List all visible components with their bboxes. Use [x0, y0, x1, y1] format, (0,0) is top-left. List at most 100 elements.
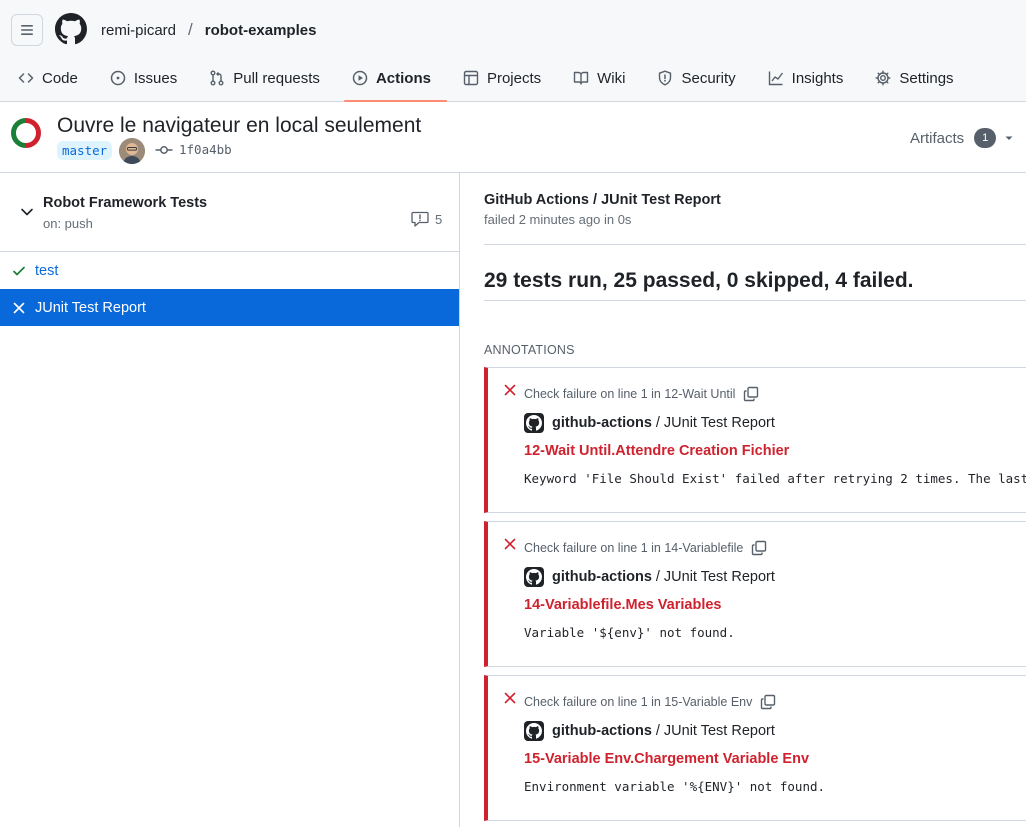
- annotation-message: Keyword 'File Should Exist' failed after…: [524, 471, 1026, 486]
- annotation-author[interactable]: github-actions: [552, 723, 652, 739]
- artifacts-count: 1: [974, 128, 997, 148]
- tab-label: Insights: [791, 69, 844, 87]
- annotation-location: Check failure on line 1 in 14-Variablefi…: [524, 540, 767, 556]
- run-status-icon: [11, 118, 41, 148]
- annotation-title[interactable]: 15-Variable Env.Chargement Variable Env: [524, 751, 809, 767]
- annotation-location-text: Check failure on line 1 in 15-Variable E…: [524, 695, 753, 709]
- run-header: Ouvre le navigateur en local seulement m…: [0, 102, 1026, 173]
- annotation-author[interactable]: github-actions: [552, 569, 652, 585]
- repo-header: remi-picard / robot-examples Code Issues…: [0, 0, 1026, 102]
- breadcrumb-separator: /: [188, 20, 193, 39]
- job-label: JUnit Test Report: [35, 299, 146, 316]
- x-icon: [504, 384, 516, 396]
- check-icon: [12, 266, 25, 275]
- copy-icon[interactable]: [743, 386, 759, 402]
- artifacts-button[interactable]: Artifacts 1: [910, 128, 1014, 148]
- workflow-header: Robot Framework Tests on: push 5: [0, 173, 459, 252]
- breadcrumb-owner[interactable]: remi-picard: [101, 22, 176, 39]
- tab-settings[interactable]: Settings: [875, 60, 961, 96]
- commit-sha[interactable]: 1f0a4bb: [179, 142, 232, 157]
- check-run-panel: GitHub Actions / JUnit Test Report faile…: [460, 173, 1026, 827]
- avatar-image: [119, 138, 145, 164]
- tab-actions[interactable]: Actions: [343, 60, 447, 102]
- shield-icon: [659, 70, 672, 86]
- jobs-sidebar: Robot Framework Tests on: push 5 test JU…: [0, 173, 460, 827]
- pull-request-icon: [210, 70, 224, 86]
- chevron-down-icon[interactable]: [20, 205, 34, 219]
- copy-icon[interactable]: [751, 540, 767, 556]
- issue-icon: [110, 70, 126, 86]
- branch-badge[interactable]: master: [57, 141, 113, 160]
- check-subtitle: failed 2 minutes ago in 0s: [484, 212, 632, 227]
- job-junit-test-report[interactable]: JUnit Test Report: [0, 289, 459, 326]
- tab-pull-requests[interactable]: Pull requests: [209, 60, 328, 96]
- graph-icon: [768, 71, 783, 86]
- comment-icon: [411, 211, 429, 227]
- annotation-source: github-actions / JUnit Test Report: [524, 721, 775, 741]
- github-logo-icon[interactable]: [55, 13, 87, 45]
- annotation-message: Variable '${env}' not found.: [524, 625, 735, 640]
- comments-count[interactable]: 5: [411, 211, 442, 227]
- workflow-trigger: on: push: [43, 216, 93, 231]
- annotation-author[interactable]: github-actions: [552, 415, 652, 431]
- menu-button[interactable]: [11, 14, 43, 46]
- code-icon: [18, 73, 34, 83]
- x-icon: [504, 538, 516, 550]
- tab-insights[interactable]: Insights: [768, 60, 852, 96]
- divider: [484, 244, 1026, 245]
- annotation-location: Check failure on line 1 in 12-Wait Until: [524, 386, 759, 402]
- artifacts-label: Artifacts: [910, 129, 965, 147]
- annotation-location-text: Check failure on line 1 in 14-Variablefi…: [524, 541, 744, 555]
- run-title: Ouvre le navigateur en local seulement: [57, 114, 422, 137]
- avatar[interactable]: [119, 138, 145, 164]
- caret-down-icon: [1005, 136, 1013, 140]
- annotation-card: Check failure on line 1 in 14-Variablefi…: [484, 521, 1026, 667]
- comments-count-value: 5: [435, 211, 443, 227]
- job-test[interactable]: test: [0, 252, 459, 289]
- commit-icon: [155, 146, 173, 154]
- tab-label: Issues: [133, 69, 178, 87]
- table-icon: [463, 70, 479, 86]
- tab-security[interactable]: Security: [657, 60, 743, 96]
- annotation-source-name: JUnit Test Report: [663, 415, 775, 431]
- annotation-title[interactable]: 14-Variablefile.Mes Variables: [524, 597, 721, 613]
- annotation-source: github-actions / JUnit Test Report: [524, 413, 775, 433]
- tab-label: Actions: [375, 69, 431, 87]
- github-actions-avatar-icon: [524, 413, 544, 433]
- annotation-card: Check failure on line 1 in 15-Variable E…: [484, 675, 1026, 821]
- annotation-separator: /: [655, 415, 660, 431]
- tab-label: Pull requests: [233, 69, 320, 87]
- annotation-separator: /: [655, 723, 660, 739]
- job-label: test: [35, 262, 59, 279]
- check-title: GitHub Actions / JUnit Test Report: [484, 192, 721, 208]
- annotation-message: Environment variable '%{ENV}' not found.: [524, 779, 826, 794]
- play-icon: [352, 70, 368, 86]
- tab-label: Settings: [899, 69, 954, 87]
- annotation-source: github-actions / JUnit Test Report: [524, 567, 775, 587]
- tab-issues[interactable]: Issues: [110, 60, 185, 96]
- copy-icon[interactable]: [760, 694, 776, 710]
- x-icon: [13, 302, 24, 313]
- annotation-location-text: Check failure on line 1 in 12-Wait Until: [524, 387, 736, 401]
- hamburger-icon: [21, 25, 33, 35]
- tab-code[interactable]: Code: [18, 60, 86, 96]
- tab-label: Security: [681, 69, 736, 87]
- github-actions-avatar-icon: [524, 721, 544, 741]
- test-summary: 29 tests run, 25 passed, 0 skipped, 4 fa…: [484, 269, 914, 292]
- annotation-title[interactable]: 12-Wait Until.Attendre Creation Fichier: [524, 443, 789, 459]
- annotation-source-name: JUnit Test Report: [663, 723, 775, 739]
- annotation-separator: /: [655, 569, 660, 585]
- tab-label: Wiki: [597, 69, 626, 87]
- gear-icon: [875, 70, 891, 86]
- breadcrumb-repo[interactable]: robot-examples: [205, 22, 317, 39]
- divider: [484, 300, 1026, 301]
- workflow-name: Robot Framework Tests: [43, 195, 208, 211]
- annotation-source-name: JUnit Test Report: [663, 569, 775, 585]
- tab-projects[interactable]: Projects: [463, 60, 549, 96]
- tab-wiki[interactable]: Wiki: [573, 60, 633, 96]
- breadcrumb: remi-picard / robot-examples: [101, 20, 316, 40]
- tab-label: Projects: [486, 69, 542, 87]
- repo-nav-tabs: Code Issues Pull requests Actions Projec…: [18, 60, 986, 102]
- annotations-heading: ANNOTATIONS: [484, 343, 575, 357]
- tab-label: Code: [42, 69, 78, 87]
